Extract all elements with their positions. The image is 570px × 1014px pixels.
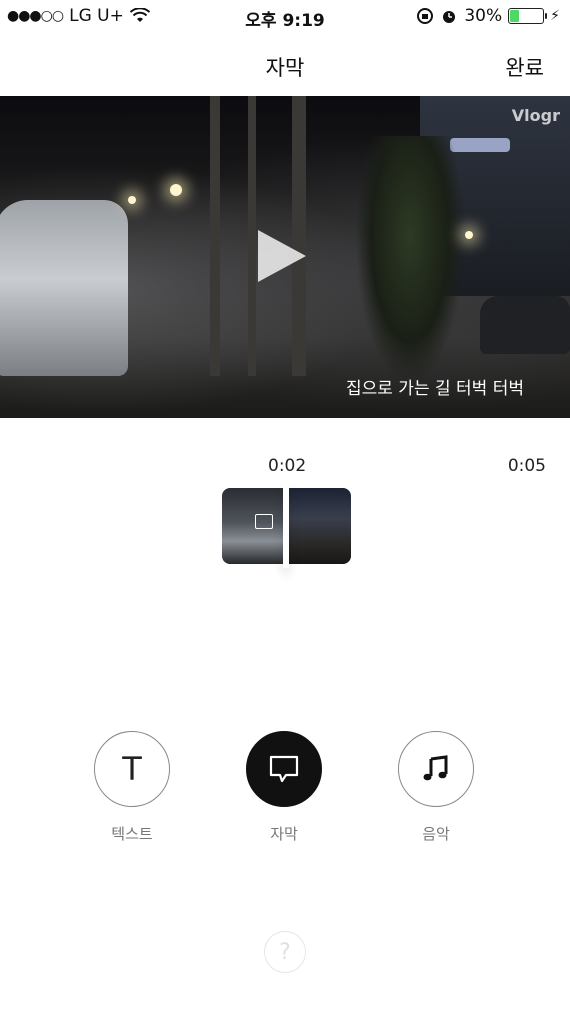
music-mode-button[interactable]	[398, 731, 474, 807]
music-note-icon	[423, 755, 448, 781]
status-bar: ●●●○○ LG U+ 오후 9:19 30% ⚡︎	[0, 0, 570, 34]
done-button[interactable]: 완료	[505, 52, 544, 82]
help-button[interactable]: ?	[264, 931, 306, 973]
subtitle-marker-icon	[255, 514, 273, 529]
text-mode-label: 텍스트	[111, 825, 153, 843]
subtitle-caption: 집으로 가는 길 터벅 터벅	[345, 379, 524, 399]
subtitle-mode-label: 자막	[270, 825, 298, 843]
video-preview[interactable]: Vlogr 집으로 가는 길 터벅 터벅	[0, 96, 570, 418]
watermark-logo: Vlogr	[511, 106, 560, 125]
orientation-lock-icon	[417, 8, 434, 24]
mode-music: 음악	[398, 731, 474, 844]
timeline-playhead[interactable]	[283, 484, 289, 568]
end-time: 0:05	[507, 456, 546, 476]
video-pole	[248, 96, 256, 376]
video-moving-car	[480, 296, 570, 354]
text-mode-button[interactable]: T	[94, 731, 170, 807]
charging-bolt-icon: ⚡︎	[550, 8, 560, 24]
video-tree	[355, 136, 465, 386]
status-right: 30% ⚡︎	[416, 6, 560, 26]
subtitle-icon	[269, 755, 299, 783]
video-street-lamp	[465, 231, 473, 239]
mode-subtitle: 자막	[246, 731, 322, 844]
timeline-clip[interactable]	[222, 488, 284, 564]
video-parked-car	[0, 200, 128, 376]
battery-percent: 30%	[464, 6, 503, 26]
page-title: 자막	[265, 56, 305, 80]
play-icon[interactable]	[258, 230, 306, 282]
current-time: 0:02	[268, 456, 307, 476]
help-icon: ?	[279, 939, 291, 965]
battery-icon	[508, 8, 548, 24]
video-street-lamp	[170, 184, 182, 196]
subtitle-mode-button[interactable]	[246, 731, 322, 807]
navigation-bar: 자막 완료	[0, 34, 570, 96]
video-pole	[210, 96, 220, 376]
text-icon: T	[122, 750, 142, 788]
music-mode-label: 음악	[422, 825, 450, 843]
subtitle-editor-screen: ●●●○○ LG U+ 오후 9:19 30% ⚡︎ 자막 완료 Vlogr 집…	[0, 0, 570, 1014]
video-street-lamp	[128, 196, 136, 204]
alarm-icon	[443, 11, 456, 23]
timeline-clip[interactable]	[289, 488, 351, 564]
mode-text: T 텍스트	[94, 731, 170, 844]
